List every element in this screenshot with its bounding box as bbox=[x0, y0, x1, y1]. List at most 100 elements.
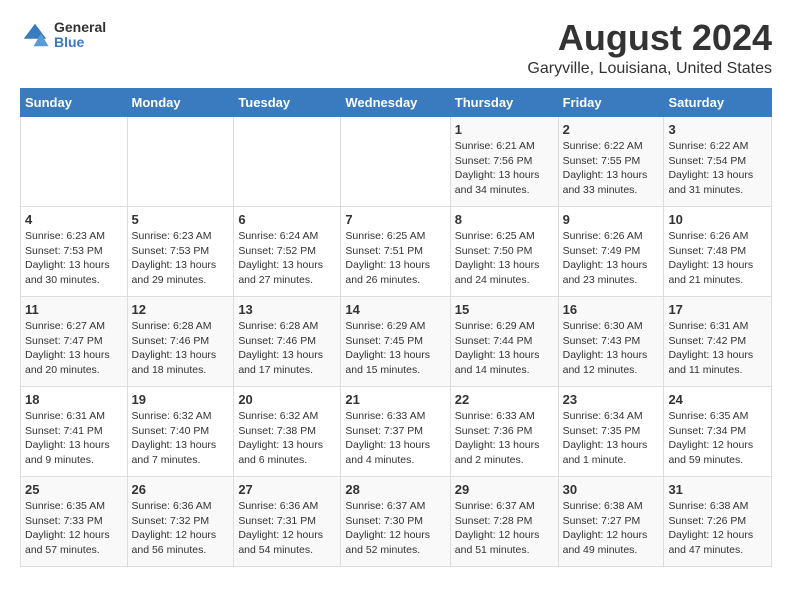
cell-content: Sunrise: 6:23 AMSunset: 7:53 PMDaylight:… bbox=[25, 229, 123, 288]
location-text: Garyville, Louisiana, United States bbox=[527, 60, 772, 78]
day-number: 28 bbox=[345, 482, 445, 497]
calendar-cell: 23 Sunrise: 6:34 AMSunset: 7:35 PMDayligh… bbox=[558, 387, 664, 477]
calendar-cell bbox=[234, 117, 341, 207]
cell-content: Sunrise: 6:33 AMSunset: 7:37 PMDaylight:… bbox=[345, 409, 445, 468]
calendar-cell: 1Sunrise: 6:21 AMSunset: 7:56 PMDaylight… bbox=[450, 117, 558, 207]
calendar-cell: 16 Sunrise: 6:30 AMSunset: 7:43 PMDayligh… bbox=[558, 297, 664, 387]
day-number: 17 bbox=[668, 302, 767, 317]
calendar-cell: 6 Sunrise: 6:24 AMSunset: 7:52 PMDaylight… bbox=[234, 207, 341, 297]
calendar-cell: 25Sunrise: 6:35 AMSunset: 7:33 PMDayligh… bbox=[21, 477, 128, 567]
day-number: 8 bbox=[455, 212, 554, 227]
day-header-saturday: Saturday bbox=[664, 89, 772, 117]
cell-content: Sunrise: 6:26 AMSunset: 7:49 PMDaylight:… bbox=[563, 229, 660, 288]
logo-general-text: General bbox=[54, 20, 106, 35]
week-row-1: 1Sunrise: 6:21 AMSunset: 7:56 PMDaylight… bbox=[21, 117, 772, 207]
cell-content: Sunrise: 6:33 AMSunset: 7:36 PMDaylight:… bbox=[455, 409, 554, 468]
logo-icon bbox=[20, 20, 50, 50]
day-header-wednesday: Wednesday bbox=[341, 89, 450, 117]
cell-content: Sunrise: 6:38 AMSunset: 7:27 PMDaylight:… bbox=[563, 499, 660, 558]
calendar-cell: 3 Sunrise: 6:22 AMSunset: 7:54 PMDaylight… bbox=[664, 117, 772, 207]
cell-content: Sunrise: 6:34 AMSunset: 7:35 PMDaylight:… bbox=[563, 409, 660, 468]
day-number: 24 bbox=[668, 392, 767, 407]
day-number: 14 bbox=[345, 302, 445, 317]
cell-content: Sunrise: 6:35 AMSunset: 7:33 PMDaylight:… bbox=[25, 499, 123, 558]
day-number: 22 bbox=[455, 392, 554, 407]
day-number: 11 bbox=[25, 302, 123, 317]
calendar-cell bbox=[127, 117, 234, 207]
day-number: 19 bbox=[132, 392, 230, 407]
month-year-title: August 2024 bbox=[527, 20, 772, 56]
day-number: 13 bbox=[238, 302, 336, 317]
day-header-sunday: Sunday bbox=[21, 89, 128, 117]
calendar-cell: 12Sunrise: 6:28 AMSunset: 7:46 PMDayligh… bbox=[127, 297, 234, 387]
day-number: 16 bbox=[563, 302, 660, 317]
logo-blue-text: Blue bbox=[54, 35, 106, 50]
calendar-cell: 27Sunrise: 6:36 AMSunset: 7:31 PMDayligh… bbox=[234, 477, 341, 567]
day-number: 20 bbox=[238, 392, 336, 407]
logo: General Blue bbox=[20, 20, 106, 51]
calendar-cell: 30 Sunrise: 6:38 AMSunset: 7:27 PMDayligh… bbox=[558, 477, 664, 567]
day-number: 4 bbox=[25, 212, 123, 227]
cell-content: Sunrise: 6:29 AMSunset: 7:45 PMDaylight:… bbox=[345, 319, 445, 378]
cell-content: Sunrise: 6:29 AMSunset: 7:44 PMDaylight:… bbox=[455, 319, 554, 378]
day-number: 5 bbox=[132, 212, 230, 227]
week-row-2: 4 Sunrise: 6:23 AMSunset: 7:53 PMDaylight… bbox=[21, 207, 772, 297]
cell-content: Sunrise: 6:25 AMSunset: 7:51 PMDaylight:… bbox=[345, 229, 445, 288]
calendar-table: SundayMondayTuesdayWednesdayThursdayFrid… bbox=[20, 88, 772, 567]
cell-content: Sunrise: 6:38 AMSunset: 7:26 PMDaylight:… bbox=[668, 499, 767, 558]
day-number: 21 bbox=[345, 392, 445, 407]
day-number: 15 bbox=[455, 302, 554, 317]
cell-content: Sunrise: 6:24 AMSunset: 7:52 PMDaylight:… bbox=[238, 229, 336, 288]
day-header-monday: Monday bbox=[127, 89, 234, 117]
day-number: 12 bbox=[132, 302, 230, 317]
cell-content: Sunrise: 6:36 AMSunset: 7:31 PMDaylight:… bbox=[238, 499, 336, 558]
day-number: 6 bbox=[238, 212, 336, 227]
calendar-cell: 17 Sunrise: 6:31 AMSunset: 7:42 PMDayligh… bbox=[664, 297, 772, 387]
calendar-cell: 14 Sunrise: 6:29 AMSunset: 7:45 PMDayligh… bbox=[341, 297, 450, 387]
day-number: 30 bbox=[563, 482, 660, 497]
day-number: 3 bbox=[668, 122, 767, 137]
calendar-cell: 11 Sunrise: 6:27 AMSunset: 7:47 PMDayligh… bbox=[21, 297, 128, 387]
day-number: 29 bbox=[455, 482, 554, 497]
cell-content: Sunrise: 6:27 AMSunset: 7:47 PMDaylight:… bbox=[25, 319, 123, 378]
cell-content: Sunrise: 6:35 AMSunset: 7:34 PMDaylight:… bbox=[668, 409, 767, 468]
day-number: 7 bbox=[345, 212, 445, 227]
day-header-friday: Friday bbox=[558, 89, 664, 117]
calendar-cell: 22 Sunrise: 6:33 AMSunset: 7:36 PMDayligh… bbox=[450, 387, 558, 477]
calendar-cell: 18 Sunrise: 6:31 AMSunset: 7:41 PMDayligh… bbox=[21, 387, 128, 477]
cell-content: Sunrise: 6:31 AMSunset: 7:41 PMDaylight:… bbox=[25, 409, 123, 468]
calendar-cell: 20Sunrise: 6:32 AMSunset: 7:38 PMDayligh… bbox=[234, 387, 341, 477]
title-section: August 2024 Garyville, Louisiana, United… bbox=[527, 20, 772, 78]
day-number: 2 bbox=[563, 122, 660, 137]
cell-content: Sunrise: 6:30 AMSunset: 7:43 PMDaylight:… bbox=[563, 319, 660, 378]
day-number: 9 bbox=[563, 212, 660, 227]
cell-content: Sunrise: 6:36 AMSunset: 7:32 PMDaylight:… bbox=[132, 499, 230, 558]
calendar-body: 1Sunrise: 6:21 AMSunset: 7:56 PMDaylight… bbox=[21, 117, 772, 567]
cell-content: Sunrise: 6:37 AMSunset: 7:30 PMDaylight:… bbox=[345, 499, 445, 558]
calendar-cell bbox=[21, 117, 128, 207]
cell-content: Sunrise: 6:28 AMSunset: 7:46 PMDaylight:… bbox=[238, 319, 336, 378]
cell-content: Sunrise: 6:26 AMSunset: 7:48 PMDaylight:… bbox=[668, 229, 767, 288]
cell-content: Sunrise: 6:31 AMSunset: 7:42 PMDaylight:… bbox=[668, 319, 767, 378]
day-header-thursday: Thursday bbox=[450, 89, 558, 117]
day-number: 10 bbox=[668, 212, 767, 227]
week-row-5: 25Sunrise: 6:35 AMSunset: 7:33 PMDayligh… bbox=[21, 477, 772, 567]
cell-content: Sunrise: 6:37 AMSunset: 7:28 PMDaylight:… bbox=[455, 499, 554, 558]
day-number: 1 bbox=[455, 122, 554, 137]
cell-content: Sunrise: 6:22 AMSunset: 7:54 PMDaylight:… bbox=[668, 139, 767, 198]
day-number: 18 bbox=[25, 392, 123, 407]
calendar-cell: 15 Sunrise: 6:29 AMSunset: 7:44 PMDayligh… bbox=[450, 297, 558, 387]
week-row-3: 11 Sunrise: 6:27 AMSunset: 7:47 PMDayligh… bbox=[21, 297, 772, 387]
calendar-cell: 9 Sunrise: 6:26 AMSunset: 7:49 PMDaylight… bbox=[558, 207, 664, 297]
calendar-cell: 8 Sunrise: 6:25 AMSunset: 7:50 PMDaylight… bbox=[450, 207, 558, 297]
cell-content: Sunrise: 6:25 AMSunset: 7:50 PMDaylight:… bbox=[455, 229, 554, 288]
calendar-cell: 31Sunrise: 6:38 AMSunset: 7:26 PMDayligh… bbox=[664, 477, 772, 567]
page-header: General Blue August 2024 Garyville, Loui… bbox=[20, 20, 772, 78]
day-number: 23 bbox=[563, 392, 660, 407]
header-row: SundayMondayTuesdayWednesdayThursdayFrid… bbox=[21, 89, 772, 117]
calendar-cell bbox=[341, 117, 450, 207]
calendar-cell: 10 Sunrise: 6:26 AMSunset: 7:48 PMDayligh… bbox=[664, 207, 772, 297]
calendar-cell: 28 Sunrise: 6:37 AMSunset: 7:30 PMDayligh… bbox=[341, 477, 450, 567]
calendar-cell: 29 Sunrise: 6:37 AMSunset: 7:28 PMDayligh… bbox=[450, 477, 558, 567]
calendar-cell: 26Sunrise: 6:36 AMSunset: 7:32 PMDayligh… bbox=[127, 477, 234, 567]
